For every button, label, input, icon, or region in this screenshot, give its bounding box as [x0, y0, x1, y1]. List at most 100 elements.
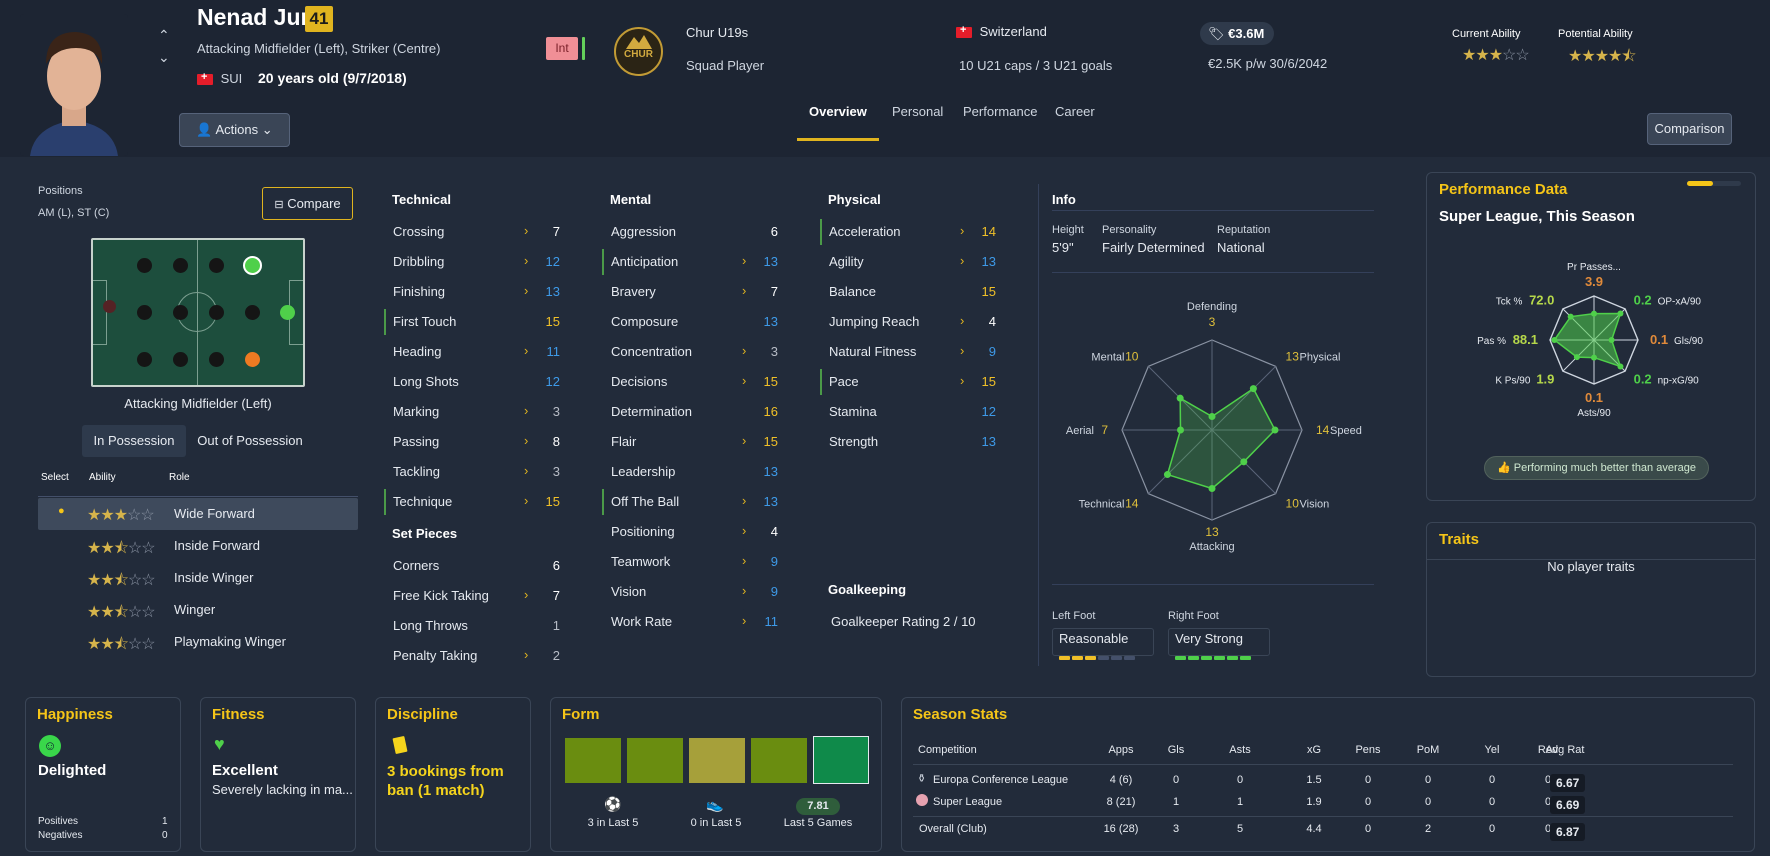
compare-positions-button[interactable]: ⊟ Compare: [262, 187, 353, 220]
attribute-row[interactable]: Anticipation › 13: [602, 247, 784, 277]
attribute-row[interactable]: Composure 13: [602, 307, 784, 337]
attribute-value: 7: [770, 284, 778, 299]
attribute-row[interactable]: Jumping Reach › 4: [820, 307, 1002, 337]
role-row[interactable]: ● ★★★☆☆ Wide Forward: [38, 498, 358, 530]
foot-meter-segment: [1188, 656, 1199, 660]
attribute-row[interactable]: Strength 13: [820, 427, 1002, 457]
stats-header[interactable]: Avg Rat: [1535, 744, 1595, 756]
performance-data-title: Performance Data: [1439, 181, 1568, 198]
boot-icon: 👟: [706, 796, 724, 812]
accomplished-position-marker[interactable]: [245, 352, 260, 367]
natural-position-marker[interactable]: [280, 305, 295, 320]
stats-header[interactable]: Apps: [1091, 744, 1151, 756]
attribute-row[interactable]: Off The Ball › 13: [602, 487, 784, 517]
comparison-button[interactable]: Comparison: [1647, 113, 1732, 145]
next-player-icon[interactable]: ⌄: [158, 50, 170, 64]
attribute-row[interactable]: Determination 16: [602, 397, 784, 427]
role-row[interactable]: ★★⯪☆☆ Inside Winger: [38, 562, 358, 594]
attribute-row[interactable]: Decisions › 15: [602, 367, 784, 397]
attribute-row[interactable]: Long Shots 12: [384, 367, 566, 397]
attribute-row[interactable]: Corners 6: [384, 551, 566, 581]
stats-cell: 2: [1424, 823, 1432, 835]
person-icon: 👤: [196, 122, 213, 137]
attribute-row[interactable]: Free Kick Taking › 7: [384, 581, 566, 611]
perf-radar-point: [1567, 313, 1574, 320]
previous-player-icon[interactable]: ⌃: [158, 28, 170, 42]
tab-out-of-possession[interactable]: Out of Possession: [190, 425, 310, 457]
form-match-3[interactable]: [689, 738, 745, 783]
attribute-row[interactable]: Bravery › 7: [602, 277, 784, 307]
form-match-1[interactable]: [565, 738, 621, 783]
transfer-value[interactable]: 🏷 €3.6M: [1200, 22, 1275, 45]
stats-cell: 5: [1236, 823, 1244, 835]
stats-header[interactable]: PoM: [1403, 744, 1453, 756]
attribute-row[interactable]: Passing › 8: [384, 427, 566, 457]
attribute-row[interactable]: Pace › 15: [820, 367, 1002, 397]
stats-cell: 0: [1172, 774, 1180, 786]
attribute-row[interactable]: Natural Fitness › 9: [820, 337, 1002, 367]
attribute-row[interactable]: Dribbling › 12: [384, 247, 566, 277]
attribute-row[interactable]: Stamina 12: [820, 397, 1002, 427]
stats-header[interactable]: xG: [1289, 744, 1339, 756]
attribute-row[interactable]: Concentration › 3: [602, 337, 784, 367]
attribute-row[interactable]: First Touch 15: [384, 307, 566, 337]
stats-header[interactable]: Asts: [1215, 744, 1265, 756]
club-logo[interactable]: CHUR: [614, 27, 663, 76]
tab-performance[interactable]: Performance: [963, 104, 1037, 119]
national-team[interactable]: Switzerland: [956, 24, 1047, 39]
attribute-row[interactable]: Technique › 15: [384, 487, 566, 517]
attribute-row[interactable]: Work Rate › 11: [602, 607, 784, 637]
stats-cell: 6.67: [1550, 774, 1586, 792]
form-match-4[interactable]: [751, 738, 807, 783]
role-stars: ★★⯪☆☆: [87, 540, 156, 557]
attribute-row[interactable]: Teamwork › 9: [602, 547, 784, 577]
attribute-row[interactable]: Long Throws 1: [384, 611, 566, 641]
value-amount: €3.6M: [1228, 26, 1265, 41]
right-foot-label: Right Foot: [1168, 610, 1219, 622]
attribute-row[interactable]: Tackling › 3: [384, 457, 566, 487]
form-match-5[interactable]: [813, 736, 869, 784]
role-row[interactable]: ★★⯪☆☆ Winger: [38, 594, 358, 626]
perf-radar-label: OP-xA/90: [1658, 296, 1702, 307]
attribute-row[interactable]: Positioning › 4: [602, 517, 784, 547]
stats-cell[interactable]: Overall (Club): [919, 823, 987, 835]
tab-overview[interactable]: Overview: [809, 104, 867, 119]
foot-meter-segment: [1111, 656, 1122, 660]
role-row[interactable]: ★★⯪☆☆ Inside Forward: [38, 530, 358, 562]
form-match-2[interactable]: [627, 738, 683, 783]
international-badge[interactable]: Int: [546, 37, 578, 60]
stats-cell[interactable]: Europa Conference League: [933, 774, 1068, 786]
tab-personal[interactable]: Personal: [892, 104, 943, 119]
stats-header[interactable]: Yel: [1467, 744, 1517, 756]
stats-cell[interactable]: Super League: [933, 796, 1002, 808]
performance-page-indicator[interactable]: [1687, 181, 1741, 186]
attribute-row[interactable]: Leadership 13: [602, 457, 784, 487]
actions-button[interactable]: 👤 Actions ⌄: [179, 113, 290, 147]
attribute-row[interactable]: Agility › 13: [820, 247, 1002, 277]
international-status-bar: [582, 37, 585, 60]
attribute-row[interactable]: Marking › 3: [384, 397, 566, 427]
attribute-row[interactable]: Balance 15: [820, 277, 1002, 307]
tab-career[interactable]: Career: [1055, 104, 1095, 119]
attribute-row[interactable]: Finishing › 13: [384, 277, 566, 307]
stats-cell: 0: [1424, 774, 1432, 786]
attribute-row[interactable]: Aggression 6: [602, 217, 784, 247]
selected-position-marker[interactable]: [243, 256, 262, 275]
attribute-name: Acceleration: [829, 224, 901, 239]
attribute-row[interactable]: Flair › 15: [602, 427, 784, 457]
stats-header[interactable]: Gls: [1151, 744, 1201, 756]
attribute-row[interactable]: Penalty Taking › 2: [384, 641, 566, 671]
club-name[interactable]: Chur U19s: [686, 25, 748, 40]
attribute-row[interactable]: Heading › 11: [384, 337, 566, 367]
stats-header[interactable]: Competition: [918, 744, 977, 756]
attribute-row[interactable]: Crossing › 7: [384, 217, 566, 247]
active-tab-indicator: [797, 138, 879, 141]
attribute-row[interactable]: Vision › 9: [602, 577, 784, 607]
attribute-row[interactable]: Acceleration › 14: [820, 217, 1002, 247]
role-row[interactable]: ★★⯪☆☆ Playmaking Winger: [38, 626, 358, 658]
tab-in-possession[interactable]: In Possession: [82, 425, 186, 457]
stats-header[interactable]: Pens: [1343, 744, 1393, 756]
swiss-flag-icon: [956, 24, 972, 39]
attribute-value: 2: [552, 648, 560, 663]
negatives-label: Negatives: [38, 830, 83, 841]
